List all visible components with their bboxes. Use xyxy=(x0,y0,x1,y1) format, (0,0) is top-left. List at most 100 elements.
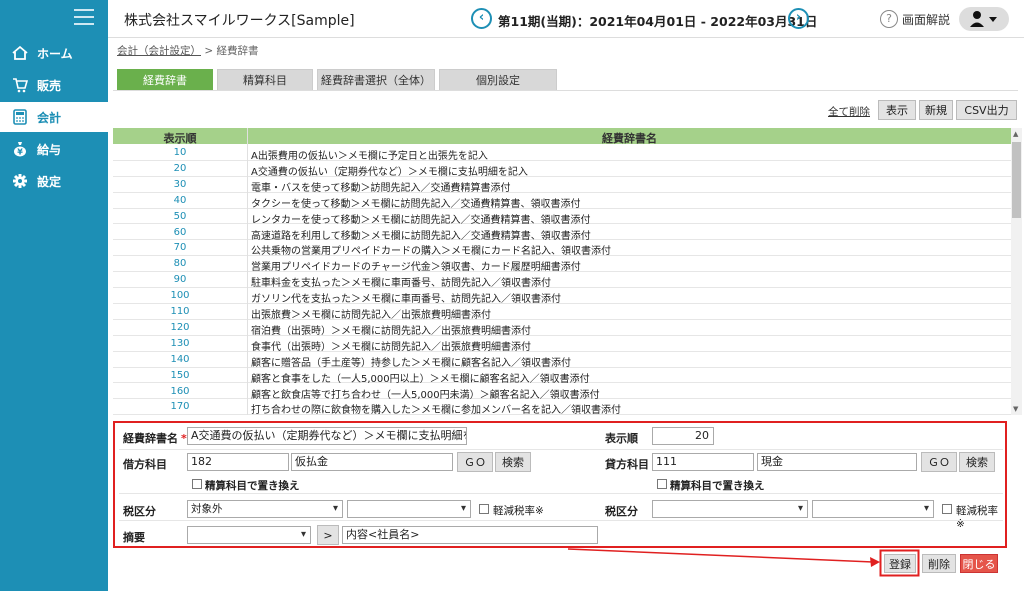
user-icon xyxy=(970,11,984,27)
debit-code-input[interactable]: 182 xyxy=(187,453,289,471)
credit-tax-select[interactable] xyxy=(652,500,808,518)
credit-reduced-rate-checkbox[interactable] xyxy=(942,504,952,514)
row-order[interactable]: 90 xyxy=(113,274,247,285)
row-name: 高速道路を利用して移動＞メモ欄に訪問先記入／交通費精算書、領収書添付 xyxy=(251,230,591,242)
memo-template-select[interactable] xyxy=(187,526,311,544)
edit-form: 経費辞書名 * A交通費の仮払い（定期券代など）＞メモ欄に支払明細を記入 表示順 … xyxy=(113,421,1007,548)
row-name: 公共乗物の営業用プリペイドカードの購入＞メモ欄にカード名記入、領収書添付 xyxy=(251,246,611,258)
row-order[interactable]: 130 xyxy=(113,338,247,349)
row-order[interactable]: 120 xyxy=(113,322,247,333)
new-button[interactable]: 新規 xyxy=(919,100,953,120)
scroll-up-icon[interactable]: ▲ xyxy=(1013,130,1018,138)
register-button[interactable]: 登録 xyxy=(884,554,916,573)
column-divider xyxy=(247,128,248,415)
row-divider xyxy=(119,520,1003,521)
memo-input[interactable]: 内容<社員名> xyxy=(342,526,598,544)
debit-go-button[interactable]: ＧＯ xyxy=(457,452,493,472)
tab-individual-settings[interactable]: 個別設定 xyxy=(439,69,557,90)
credit-account-label: 貸方科目 xyxy=(605,458,649,471)
credit-replace-label: 精算科目で置き換え xyxy=(670,480,765,492)
sidebar-item-label: 販売 xyxy=(37,78,62,93)
row-order[interactable]: 20 xyxy=(113,163,247,174)
debit-account-label: 借方科目 xyxy=(123,458,167,471)
sidebar-item-label: ホーム xyxy=(37,46,73,61)
row-order[interactable]: 60 xyxy=(113,227,247,238)
help-icon[interactable]: ? xyxy=(880,10,898,28)
company-name: 株式会社スマイルワークス[Sample] xyxy=(124,13,355,29)
home-icon xyxy=(12,45,28,61)
tab-dictionary-selection-all[interactable]: 経費辞書選択（全体） xyxy=(317,69,435,90)
row-order[interactable]: 70 xyxy=(113,242,247,253)
breadcrumb-parent-link[interactable]: 会計（会計設定） xyxy=(117,45,201,57)
credit-tax-label: 税区分 xyxy=(605,505,638,518)
debit-tax-sub-select[interactable] xyxy=(347,500,471,518)
debit-search-button[interactable]: 検索 xyxy=(495,452,531,472)
row-order[interactable]: 170 xyxy=(113,401,247,412)
row-name: 顧客と食事をした（一人5,000円以上）＞メモ欄に顧客名記入／領収書添付 xyxy=(251,373,590,385)
sidebar-item-home[interactable]: ホーム xyxy=(0,38,108,68)
sidebar-item-sales[interactable]: 販売 xyxy=(0,70,108,100)
help-link[interactable]: 画面解説 xyxy=(902,11,950,28)
row-name: 出張旅費＞メモ欄に訪問先記入／出張旅費明細書添付 xyxy=(251,310,491,321)
debit-replace-label: 精算科目で置き換え xyxy=(205,480,300,492)
cart-icon xyxy=(12,77,28,93)
sidebar-item-settings[interactable]: 設定 xyxy=(0,166,108,196)
memo-label: 摘要 xyxy=(123,531,145,544)
scroll-down-icon[interactable]: ▼ xyxy=(1013,405,1018,413)
expense-dictionary-table: 表示順 経費辞書名 10 A出張費用の仮払い＞メモ欄に予定日と出張先を記入 20 A交… xyxy=(113,128,1011,415)
row-name: 駐車料金を支払った＞メモ欄に車両番号、訪問先記入／領収書添付 xyxy=(251,278,551,290)
row-order[interactable]: 80 xyxy=(113,258,247,269)
row-order[interactable]: 30 xyxy=(113,179,247,190)
credit-tax-sub-select[interactable] xyxy=(812,500,934,518)
sidebar-item-label: 会計 xyxy=(37,110,62,125)
clear-all-link[interactable]: 全て削除 xyxy=(828,104,870,119)
row-order[interactable]: 140 xyxy=(113,354,247,365)
row-order[interactable]: 110 xyxy=(113,306,247,317)
column-header-name: 経費辞書名 xyxy=(602,132,657,145)
tab-divider xyxy=(113,90,1018,91)
row-order[interactable]: 160 xyxy=(113,386,247,397)
tab-settlement-account[interactable]: 精算科目 xyxy=(217,69,313,90)
row-name: タクシーを使って移動＞メモ欄に訪問先記入／交通費精算書、領収書添付 xyxy=(251,198,581,210)
prev-period-button[interactable]: ‹ xyxy=(471,8,492,29)
debit-replace-checkbox[interactable] xyxy=(192,479,202,489)
csv-export-button[interactable]: CSV出力 xyxy=(956,100,1017,120)
sidebar-item-payroll[interactable]: ¥ 給与 xyxy=(0,134,108,164)
svg-text:¥: ¥ xyxy=(17,148,23,157)
row-name: 電車・バスを使って移動＞訪問先記入／交通費精算書添付 xyxy=(251,182,511,194)
row-order[interactable]: 50 xyxy=(113,211,247,222)
row-name: 食事代（出張時）＞メモ欄に訪問先記入／出張旅費明細書添付 xyxy=(251,341,531,353)
hamburger-menu-icon[interactable] xyxy=(74,9,94,25)
debit-name-input[interactable]: 仮払金 xyxy=(291,453,453,471)
next-period-button[interactable]: › xyxy=(788,8,809,29)
show-button[interactable]: 表示 xyxy=(878,100,916,120)
credit-name-input[interactable]: 現金 xyxy=(757,453,917,471)
tab-bar: 経費辞書 精算科目 経費辞書選択（全体） 個別設定 xyxy=(117,69,561,90)
sidebar-item-accounting[interactable]: 会計 xyxy=(0,102,108,132)
sidebar: ホーム 販売 会計 ¥ 給与 設定 xyxy=(0,0,108,591)
display-order-input[interactable]: 20 xyxy=(652,427,714,445)
delete-button[interactable]: 削除 xyxy=(922,554,956,573)
debit-reduced-rate-checkbox[interactable] xyxy=(479,504,489,514)
credit-go-button[interactable]: ＧＯ xyxy=(921,452,957,472)
row-name: A出張費用の仮払い＞メモ欄に予定日と出張先を記入 xyxy=(251,151,488,162)
sidebar-item-label: 設定 xyxy=(37,174,62,189)
credit-code-input[interactable]: 111 xyxy=(652,453,754,471)
row-order[interactable]: 150 xyxy=(113,370,247,381)
row-order[interactable]: 40 xyxy=(113,195,247,206)
dictionary-name-input[interactable]: A交通費の仮払い（定期券代など）＞メモ欄に支払明細を記入 xyxy=(187,427,467,445)
row-order[interactable]: 100 xyxy=(113,290,247,301)
dictionary-name-label: 経費辞書名 * xyxy=(123,432,187,445)
memo-insert-button[interactable]: > xyxy=(317,525,339,545)
row-order[interactable]: 10 xyxy=(113,147,247,158)
tab-expense-dictionary[interactable]: 経費辞書 xyxy=(117,69,213,90)
debit-tax-select[interactable]: 対象外 xyxy=(187,500,343,518)
credit-search-button[interactable]: 検索 xyxy=(959,452,995,472)
row-name: 打ち合わせの際に飲食物を購入した＞メモ欄に参加メンバー名を記入／領収書添付 xyxy=(251,405,621,415)
scrollbar-thumb[interactable] xyxy=(1012,142,1021,218)
row-name: 営業用プリペイドカードのチャージ代金＞領収書、カード履歴明細書添付 xyxy=(251,262,581,274)
user-menu-button[interactable] xyxy=(959,7,1009,31)
close-button[interactable]: 閉じる xyxy=(960,554,998,573)
credit-replace-checkbox[interactable] xyxy=(657,479,667,489)
table-scrollbar[interactable]: ▲ ▼ xyxy=(1011,128,1022,415)
